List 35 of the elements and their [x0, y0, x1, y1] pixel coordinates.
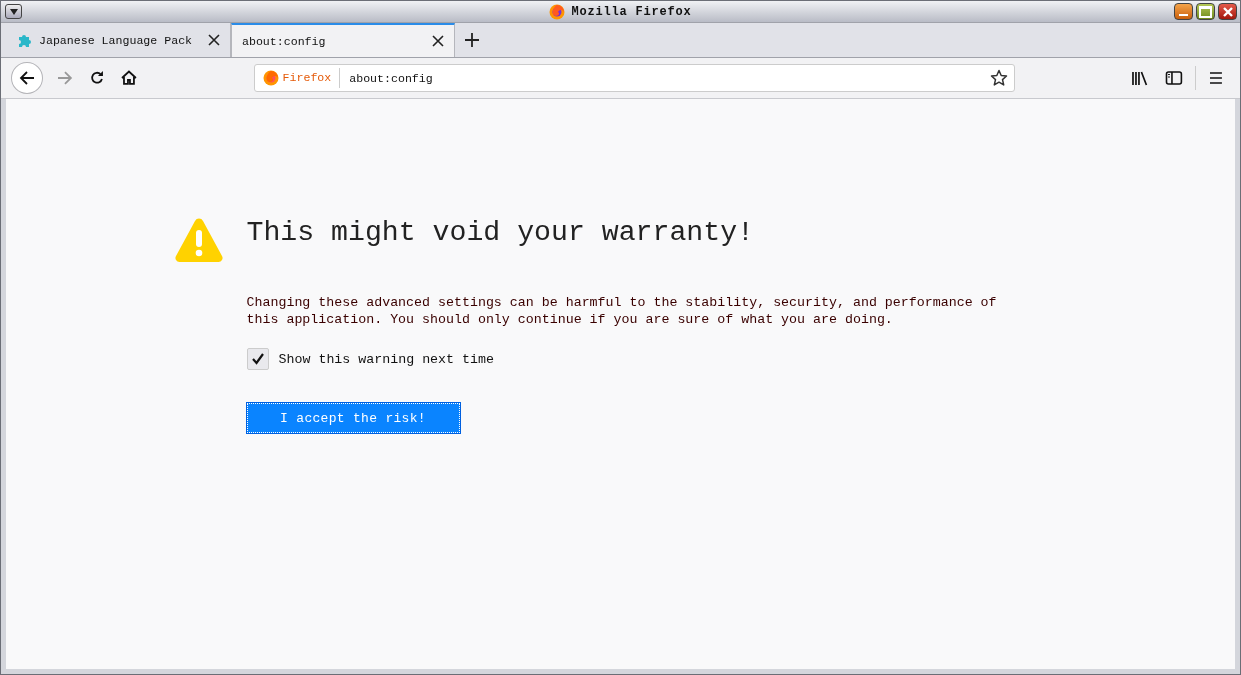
back-button[interactable] [11, 62, 43, 94]
close-tab-icon[interactable] [208, 34, 220, 46]
maximize-button[interactable] [1196, 3, 1215, 20]
close-icon [1222, 6, 1233, 17]
close-button[interactable] [1218, 3, 1237, 20]
close-tab-icon[interactable] [432, 35, 444, 47]
checkbox-label[interactable]: Show this warning next time [278, 351, 494, 367]
caret-icon [9, 8, 18, 15]
address-bar[interactable]: Firefox about:config [253, 64, 1016, 92]
tab-label: about:config [242, 34, 327, 48]
firefox-logo-icon [549, 3, 566, 20]
warning-message: Changing these advanced settings can be harmful to the stability, security, and performance of this application. You should only continue if you are sure of what you are doing. [246, 295, 998, 328]
back-arrow-icon [18, 70, 35, 86]
puzzle-piece-icon [17, 32, 33, 48]
window-menu-button[interactable] [5, 4, 22, 19]
bookmark-star-icon[interactable] [990, 69, 1009, 87]
identity-label: Firefox [282, 68, 341, 88]
warning-heading: This might void your warranty! [246, 216, 755, 250]
sidebar-icon[interactable] [1165, 70, 1184, 86]
reload-icon[interactable] [88, 70, 105, 86]
browser-tab[interactable]: about:config [231, 23, 455, 57]
window-title: Mozilla Firefox [571, 4, 692, 19]
accept-risk-button[interactable]: I accept the risk! [246, 403, 460, 433]
firefox-logo-icon [262, 70, 279, 86]
library-icon[interactable] [1131, 70, 1150, 86]
home-icon[interactable] [120, 70, 137, 86]
warning-icon [174, 217, 223, 263]
menu-icon[interactable] [1208, 71, 1224, 85]
checkmark-icon [250, 352, 265, 366]
tab-label: Japanese Language Pack [39, 33, 194, 47]
url-text: about:config [349, 71, 434, 85]
checkbox[interactable] [246, 348, 269, 370]
new-tab-icon[interactable] [465, 33, 479, 47]
minimize-button[interactable] [1174, 3, 1193, 20]
forward-icon[interactable] [56, 70, 73, 86]
